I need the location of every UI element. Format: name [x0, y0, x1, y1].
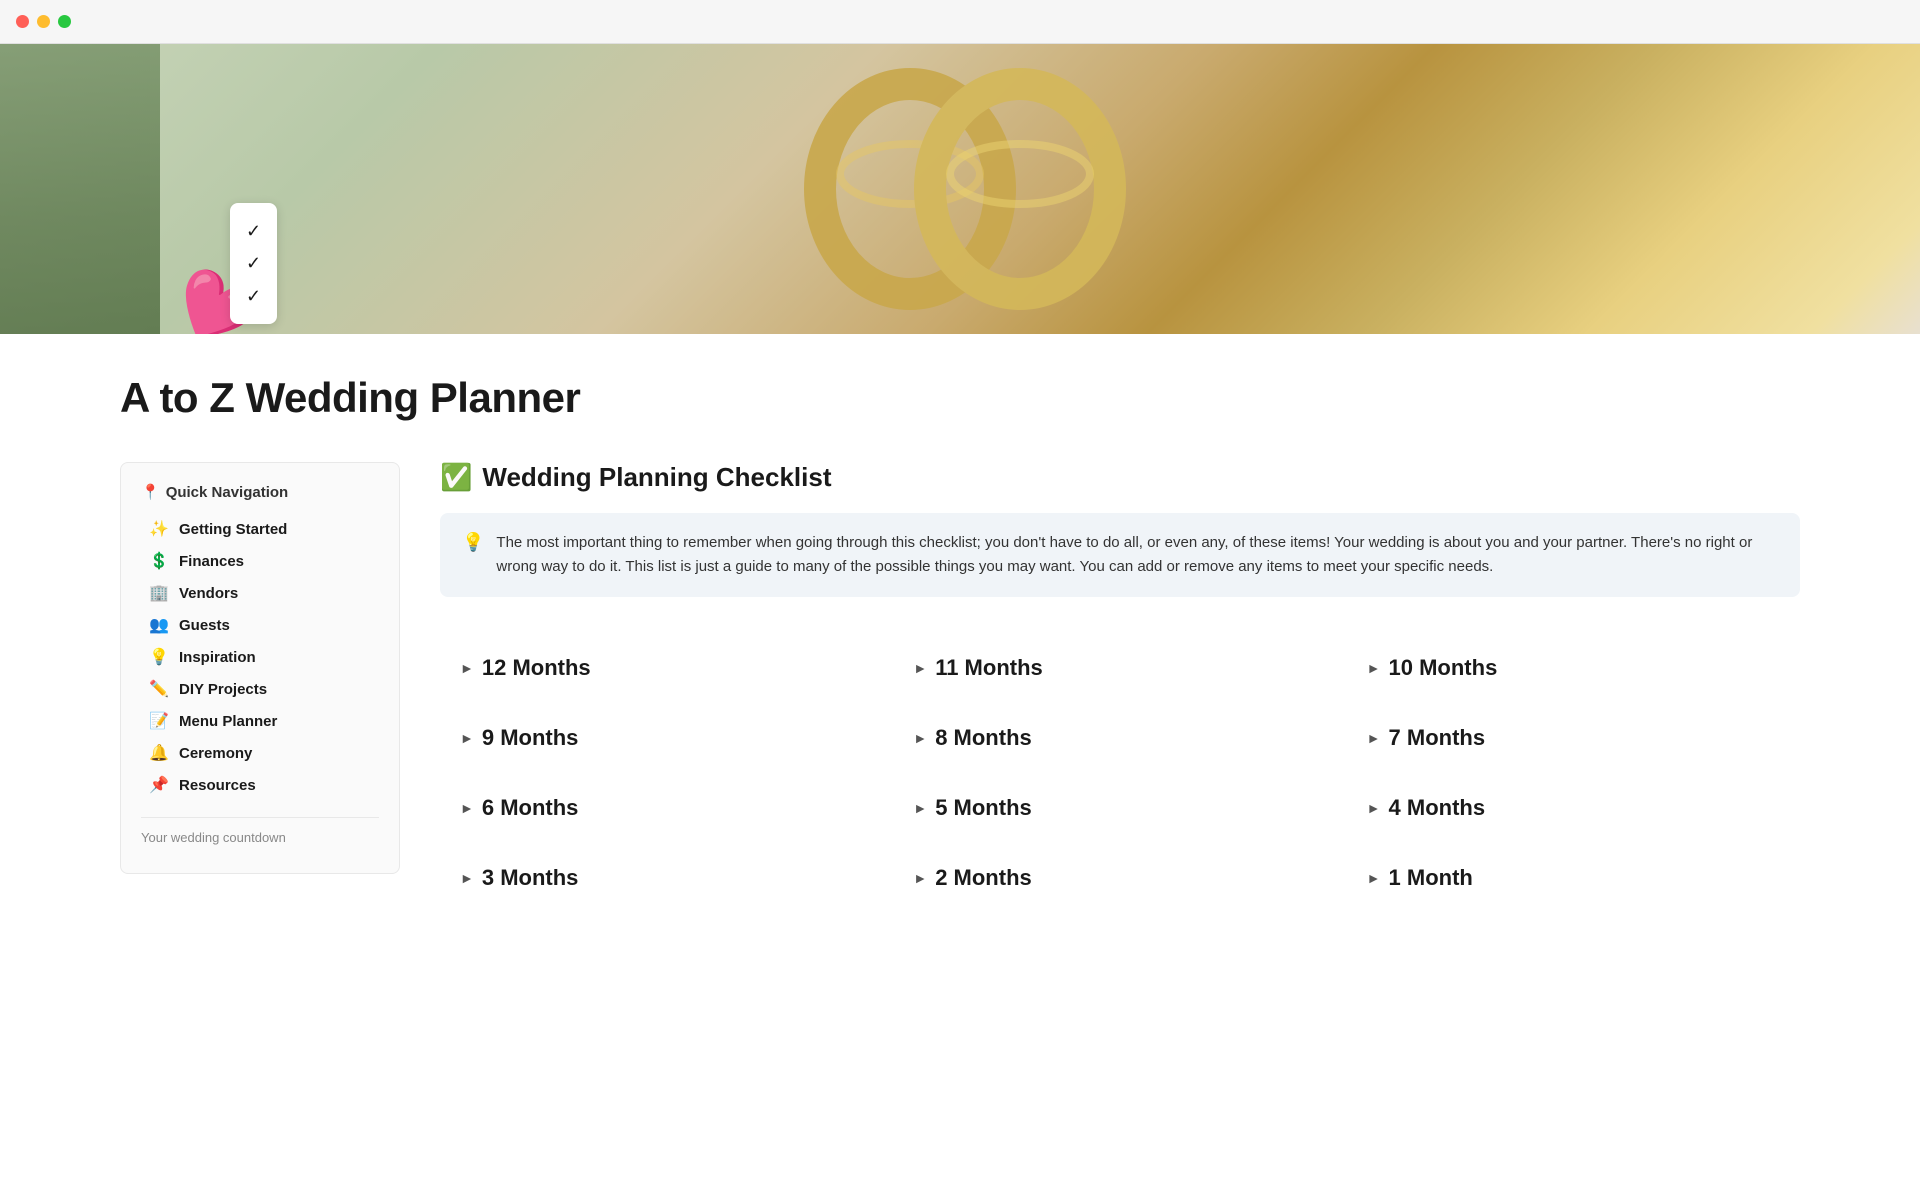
sidebar-navigation: 📍 Quick Navigation ✨ Getting Started 💲 F… [120, 462, 400, 874]
month-item-4[interactable]: ► 4 Months [1347, 773, 1800, 843]
month-item-12[interactable]: ► 12 Months [440, 633, 893, 703]
close-button[interactable] [16, 15, 29, 28]
month-item-7[interactable]: ► 7 Months [1347, 703, 1800, 773]
checklist-icon: ✓ ✓ ✓ [230, 203, 277, 324]
month-4-label: 4 Months [1389, 795, 1486, 821]
inspiration-icon: 💡 [149, 647, 169, 667]
month-4-arrow: ► [1367, 800, 1381, 816]
month-9-label: 9 Months [482, 725, 579, 751]
month-item-5[interactable]: ► 5 Months [893, 773, 1346, 843]
maximize-button[interactable] [58, 15, 71, 28]
hero-banner: 💕 ✓ ✓ ✓ [0, 44, 1920, 334]
diy-icon: ✏️ [149, 679, 169, 699]
sidebar-item-vendors[interactable]: 🏢 Vendors [141, 577, 379, 609]
month-item-8[interactable]: ► 8 Months [893, 703, 1346, 773]
month-9-arrow: ► [460, 730, 474, 746]
month-2-label: 2 Months [935, 865, 1032, 891]
sidebar-item-getting-started[interactable]: ✨ Getting Started [141, 513, 379, 545]
month-1-arrow: ► [1367, 870, 1381, 886]
month-5-label: 5 Months [935, 795, 1032, 821]
sidebar-item-menu-planner[interactable]: 📝 Menu Planner [141, 705, 379, 737]
sidebar-item-inspiration[interactable]: 💡 Inspiration [141, 641, 379, 673]
guests-icon: 👥 [149, 615, 169, 635]
month-3-arrow: ► [460, 870, 474, 886]
sidebar-item-resources[interactable]: 📌 Resources [141, 769, 379, 801]
month-6-label: 6 Months [482, 795, 579, 821]
month-item-10[interactable]: ► 10 Months [1347, 633, 1800, 703]
checklist-area: ✅ Wedding Planning Checklist 💡 The most … [440, 462, 1800, 913]
month-10-arrow: ► [1367, 660, 1381, 676]
sidebar-item-finances[interactable]: 💲 Finances [141, 545, 379, 577]
month-5-arrow: ► [913, 800, 927, 816]
page-title: A to Z Wedding Planner [120, 374, 1800, 422]
month-11-label: 11 Months [935, 655, 1043, 681]
vendors-icon: 🏢 [149, 583, 169, 603]
rings-decoration [710, 59, 1210, 319]
countdown-label: Your wedding countdown [141, 830, 379, 845]
minimize-button[interactable] [37, 15, 50, 28]
info-icon: 💡 [462, 532, 484, 553]
month-7-arrow: ► [1367, 730, 1381, 746]
month-11-arrow: ► [913, 660, 927, 676]
month-item-9[interactable]: ► 9 Months [440, 703, 893, 773]
month-1-label: 1 Month [1389, 865, 1473, 891]
getting-started-icon: ✨ [149, 519, 169, 539]
month-8-arrow: ► [913, 730, 927, 746]
month-grid: ► 12 Months ► 11 Months ► 10 Months ► 9 … [440, 633, 1800, 913]
month-10-label: 10 Months [1389, 655, 1498, 681]
countdown-section: Your wedding countdown [141, 817, 379, 845]
info-box: 💡 The most important thing to remember w… [440, 513, 1800, 597]
ceremony-icon: 🔔 [149, 743, 169, 763]
sidebar-item-diy-projects[interactable]: ✏️ DIY Projects [141, 673, 379, 705]
checklist-title-emoji: ✅ [440, 462, 472, 493]
month-12-arrow: ► [460, 660, 474, 676]
navigation-icon: 📍 [141, 483, 160, 501]
info-text: The most important thing to remember whe… [496, 531, 1778, 579]
resources-icon: 📌 [149, 775, 169, 795]
main-content: A to Z Wedding Planner 📍 Quick Navigatio… [0, 334, 1920, 953]
month-3-label: 3 Months [482, 865, 579, 891]
hero-left-accent [0, 44, 160, 334]
checklist-title: ✅ Wedding Planning Checklist [440, 462, 1800, 493]
month-item-6[interactable]: ► 6 Months [440, 773, 893, 843]
month-item-11[interactable]: ► 11 Months [893, 633, 1346, 703]
sidebar-title: 📍 Quick Navigation [141, 483, 379, 501]
sidebar-item-guests[interactable]: 👥 Guests [141, 609, 379, 641]
finances-icon: 💲 [149, 551, 169, 571]
checklist-title-text: Wedding Planning Checklist [482, 462, 831, 493]
sidebar-item-ceremony[interactable]: 🔔 Ceremony [141, 737, 379, 769]
month-2-arrow: ► [913, 870, 927, 886]
month-6-arrow: ► [460, 800, 474, 816]
month-item-1[interactable]: ► 1 Month [1347, 843, 1800, 913]
month-7-label: 7 Months [1389, 725, 1486, 751]
two-column-layout: 📍 Quick Navigation ✨ Getting Started 💲 F… [120, 462, 1800, 913]
month-item-2[interactable]: ► 2 Months [893, 843, 1346, 913]
menu-icon: 📝 [149, 711, 169, 731]
month-12-label: 12 Months [482, 655, 591, 681]
page-wrapper: 💕 ✓ ✓ ✓ A to Z Wedding Planner 📍 Quick N… [0, 44, 1920, 1200]
window-chrome [0, 0, 1920, 44]
month-8-label: 8 Months [935, 725, 1032, 751]
month-item-3[interactable]: ► 3 Months [440, 843, 893, 913]
